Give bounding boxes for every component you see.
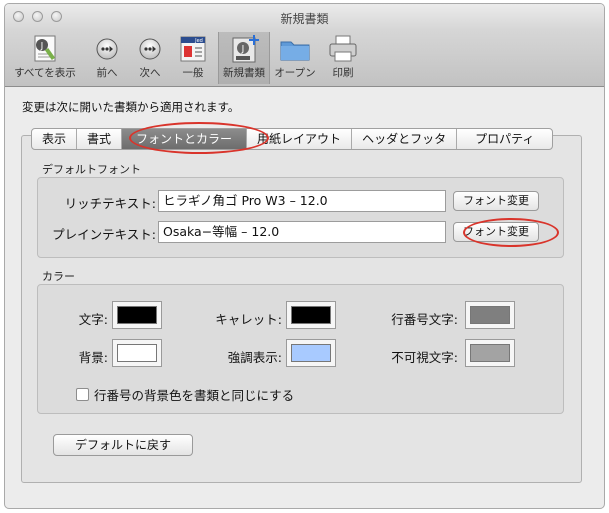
line-number-bg-checkbox[interactable] [76,388,89,401]
preferences-tabs: 表示 書式 フォントとカラー 用紙レイアウト ヘッダとフッタ プロパティ [31,128,554,150]
toolbar-previous-label: 前へ [96,67,118,79]
invisible-char-color-well[interactable] [465,339,515,367]
plain-text-label: プレインテキスト: [52,227,156,242]
tab-header-footer[interactable]: ヘッダとフッタ [352,129,458,149]
toolbar-open-button[interactable]: オープン [271,32,319,84]
previous-icon [96,38,118,60]
toolbar-next-button[interactable]: 次へ [132,32,168,84]
apply-notice: 変更は次に開いた書類から適用されます。 [22,100,240,114]
tab-font-and-color[interactable]: フォントとカラー [122,129,248,149]
toolbar-general-button[interactable]: Jed 一般 [173,32,213,84]
tab-page-layout[interactable]: 用紙レイアウト [247,129,353,149]
next-icon [139,38,161,60]
tab-content-pane: デフォルトフォント リッチテキスト: ヒラギノ角ゴ Pro W3 – 12.0 … [21,135,582,483]
window-title: 新規書類 [280,12,329,26]
reset-defaults-button[interactable]: デフォルトに戻す [53,434,193,456]
preferences-window: 新規書類 J すべてを表示 前へ 次へ Jed 一般 J 新規書類 オープン 印… [4,3,605,509]
color-section-title: カラー [42,270,75,283]
toolbar-next-label: 次へ [139,67,161,79]
plain-text-change-font-button[interactable]: フォント変更 [453,222,539,242]
line-number-color-label: 行番号文字: [391,312,458,327]
color-group: 文字: 背景: キャレット: 強調表示: 行番号文字: 不可視文字: 行番号の背… [37,284,564,414]
text-color-well[interactable] [112,301,162,329]
toolbar-print-button[interactable]: 印刷 [325,32,361,84]
tab-display[interactable]: 表示 [32,129,78,149]
invisible-char-color-label: 不可視文字: [391,350,458,365]
toolbar-show-all-label: すべてを表示 [14,67,76,79]
highlight-color-well[interactable] [286,339,336,367]
tab-format[interactable]: 書式 [77,129,123,149]
invisible-char-color-swatch [470,344,510,362]
rich-text-font-field[interactable]: ヒラギノ角ゴ Pro W3 – 12.0 [158,190,446,212]
line-number-color-swatch [470,306,510,324]
grid-icon: J [34,35,56,62]
toolbar-general-label: 一般 [182,67,204,79]
line-number-color-well[interactable] [465,301,515,329]
default-font-group: リッチテキスト: ヒラギノ角ゴ Pro W3 – 12.0 フォント変更 プレイ… [37,177,564,258]
background-color-swatch [117,344,157,362]
caret-color-swatch [291,306,331,324]
rich-text-label: リッチテキスト: [64,196,156,211]
text-color-swatch [117,306,157,324]
general-settings-icon: Jed [180,36,206,62]
toolbar-show-all-button[interactable]: J すべてを表示 [11,32,79,84]
background-color-label: 背景: [78,350,108,365]
toolbar-print-label: 印刷 [332,67,354,79]
new-document-icon: J [232,35,259,63]
rich-text-change-font-button[interactable]: フォント変更 [453,191,539,211]
tab-properties[interactable]: プロパティ [457,129,552,149]
svg-text:Jed: Jed [194,38,203,44]
title-bar: 新規書類 [5,4,604,30]
highlight-color-label: 強調表示: [227,350,282,365]
toolbar: J すべてを表示 前へ 次へ Jed 一般 J 新規書類 オープン 印刷 [5,30,604,87]
highlight-color-swatch [291,344,331,362]
toolbar-previous-button[interactable]: 前へ [89,32,125,84]
default-font-section-title: デフォルトフォント [42,163,141,176]
line-number-bg-checkbox-label[interactable]: 行番号の背景色を書類と同じにする [94,385,294,404]
svg-text:J: J [40,42,44,52]
background-color-well[interactable] [112,339,162,367]
svg-text:J: J [241,45,245,55]
folder-icon [280,41,310,61]
text-color-label: 文字: [78,312,108,327]
caret-color-label: キャレット: [215,312,282,327]
plain-text-font-field[interactable]: Osaka−等幅 – 12.0 [158,221,446,243]
toolbar-new-document-button[interactable]: J 新規書類 [218,32,270,84]
caret-color-well[interactable] [286,301,336,329]
toolbar-open-label: オープン [274,67,316,79]
toolbar-new-document-label: 新規書類 [223,67,265,79]
printer-icon [329,35,357,62]
